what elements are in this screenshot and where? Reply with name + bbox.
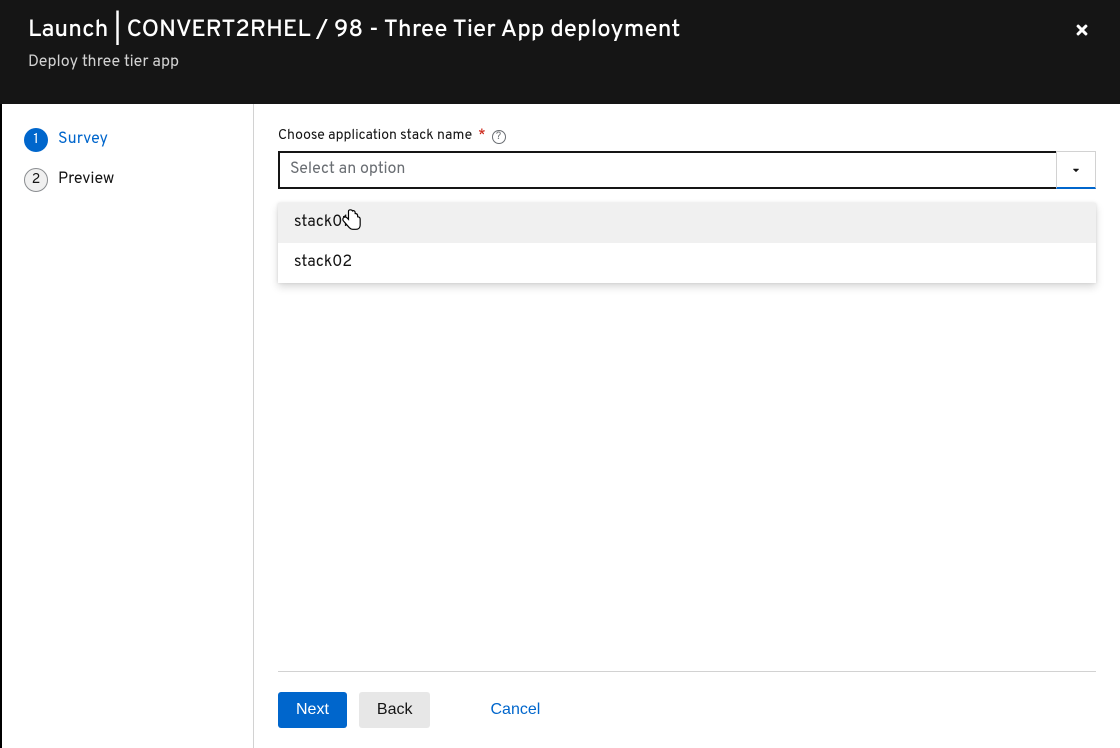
field-label-text: Choose application stack name	[278, 128, 472, 145]
close-icon	[1074, 22, 1090, 38]
select-dropdown: stack01 stack02	[278, 203, 1096, 283]
wizard-sidebar: 1 Survey 2 Preview	[2, 104, 254, 748]
required-asterisk-icon: *	[478, 128, 485, 145]
modal-title: Launch | CONVERT2RHEL / 98 - Three Tier …	[28, 16, 1092, 47]
close-button[interactable]	[1070, 18, 1094, 42]
wizard-main: Choose application stack name * ? Select…	[254, 104, 1120, 748]
dropdown-option-stack02[interactable]: stack02	[278, 243, 1096, 283]
wizard-step-survey[interactable]: 1 Survey	[24, 128, 231, 152]
back-button[interactable]: Back	[359, 692, 431, 728]
field-label-row: Choose application stack name * ?	[278, 128, 1096, 145]
wizard-footer: Next Back Cancel	[278, 671, 1096, 748]
step-number-badge: 2	[24, 168, 48, 192]
wizard-step-preview[interactable]: 2 Preview	[24, 168, 231, 192]
stack-name-select[interactable]: Select an option stack01 stack02	[278, 151, 1096, 189]
help-icon[interactable]: ?	[492, 130, 506, 144]
dropdown-option-stack01[interactable]: stack01	[278, 203, 1096, 243]
modal-subtitle: Deploy three tier app	[28, 53, 1092, 73]
caret-down-icon	[1071, 165, 1081, 175]
option-label: stack01	[294, 213, 348, 233]
next-button[interactable]: Next	[278, 692, 347, 728]
step-label: Preview	[58, 170, 114, 190]
option-label: stack02	[294, 253, 352, 273]
modal-header: Launch | CONVERT2RHEL / 98 - Three Tier …	[0, 0, 1120, 104]
select-toggle-button[interactable]	[1056, 151, 1096, 189]
step-number-badge: 1	[24, 128, 48, 152]
form-area: Choose application stack name * ? Select…	[278, 128, 1096, 671]
select-input-display[interactable]: Select an option	[278, 151, 1056, 189]
modal-body: 1 Survey 2 Preview Choose application st…	[0, 104, 1120, 748]
step-label: Survey	[58, 130, 108, 150]
cancel-button[interactable]: Cancel	[490, 692, 540, 728]
